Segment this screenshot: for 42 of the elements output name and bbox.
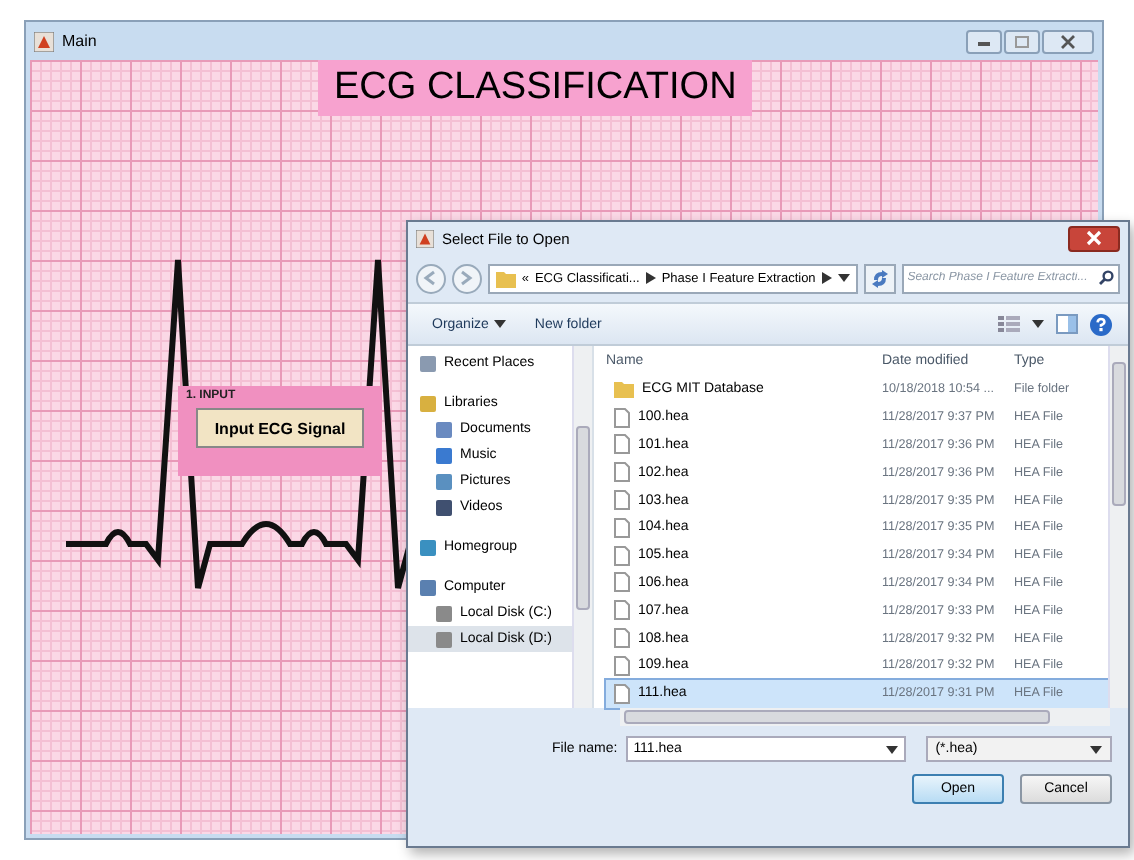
file-icon [614,600,630,621]
scrollbar[interactable] [1108,346,1128,708]
input-ecg-signal-button[interactable]: Input ECG Signal [196,408,364,448]
help-icon[interactable] [1090,313,1112,335]
file-icon [614,462,630,483]
minimize-button[interactable] [966,29,1002,53]
file-icon [614,407,630,428]
file-icon [614,517,630,538]
caret-icon [494,320,507,328]
scrollbar[interactable] [572,346,592,708]
close-icon [1060,33,1076,49]
file-icon [614,628,630,649]
back-button[interactable] [416,263,446,293]
window-title: Main [62,32,97,50]
file-icon [614,434,630,455]
view-icon[interactable] [998,316,1020,332]
dropdown-icon [837,274,850,282]
refresh-icon [869,269,890,287]
dropdown-icon[interactable] [1032,320,1044,328]
caret-icon [885,745,898,753]
app-icon [34,31,54,51]
file-icon [614,545,630,566]
app-heading: ECG CLASSIFICATION [318,60,753,116]
maximize-icon [1014,35,1030,47]
file-icon [614,490,630,511]
close-button[interactable] [1068,225,1120,251]
file-icon [614,572,630,593]
app-icon [416,229,434,247]
forward-button[interactable] [451,263,482,293]
close-button[interactable] [1042,29,1094,53]
close-icon [1086,230,1102,246]
folder-icon [495,269,516,287]
search-icon [1098,270,1115,286]
caret-icon [1090,745,1102,753]
chevron-icon [821,272,832,284]
file-icon [614,683,630,704]
refresh-button[interactable] [863,263,896,293]
chevron-icon [645,272,656,284]
preview-pane-icon[interactable] [1056,314,1078,334]
scrollbar[interactable] [620,708,1110,726]
file-icon [614,655,630,676]
folder-icon [614,380,634,399]
